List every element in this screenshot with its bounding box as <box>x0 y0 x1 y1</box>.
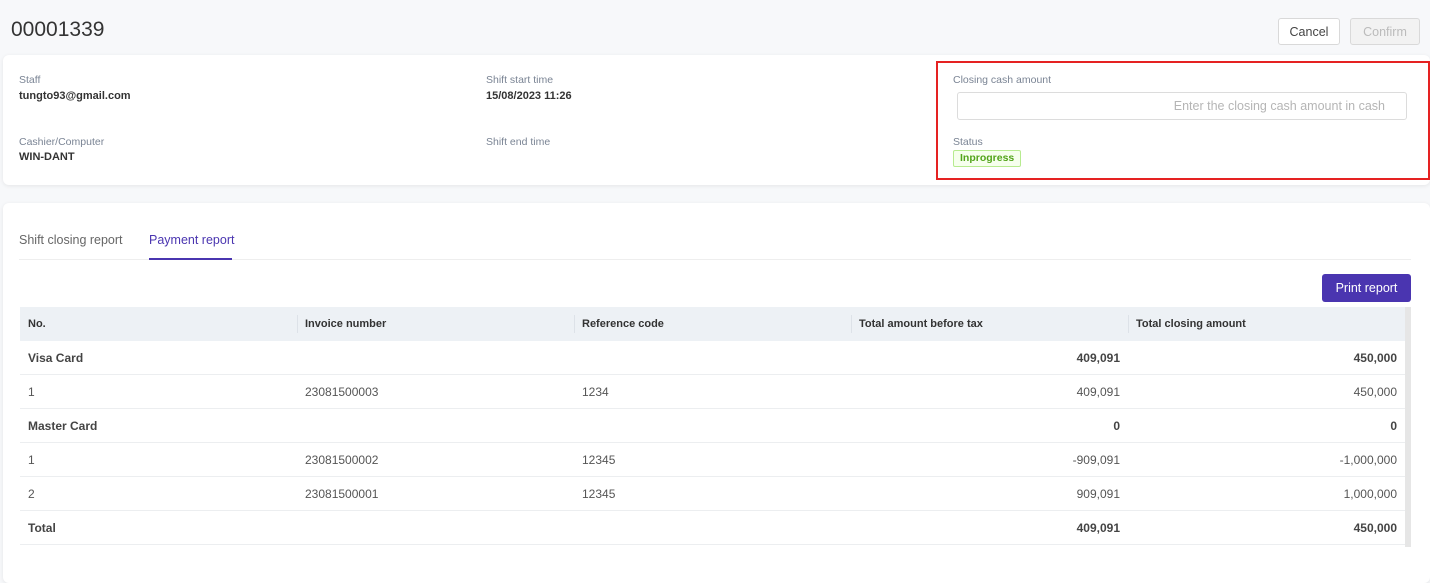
col-no: No. <box>28 318 46 330</box>
group-row: Master Card 0 0 <box>20 409 1405 443</box>
shift-start-label: Shift start time <box>486 74 554 86</box>
tab-shift-closing-report[interactable]: Shift closing report <box>19 233 123 247</box>
closing-cash-label: Closing cash amount <box>953 74 1052 86</box>
col-before-tax: Total amount before tax <box>851 315 1128 333</box>
cell-invoice: 23081500002 <box>305 452 379 467</box>
cell-reference: 12345 <box>582 486 616 501</box>
cell-no: 2 <box>28 486 35 501</box>
active-tab-indicator <box>149 258 232 260</box>
cell-no: Master Card <box>28 418 98 433</box>
cell-before-tax: 409,091 <box>1076 384 1120 399</box>
page-title: 00001339 <box>11 18 105 41</box>
cell-total-closing: 450,000 <box>1353 520 1397 535</box>
cell-no: Total <box>28 520 56 535</box>
total-row: Total 409,091 450,000 <box>20 511 1405 545</box>
cancel-button[interactable]: Cancel <box>1278 18 1340 45</box>
staff-label: Staff <box>19 74 41 86</box>
cell-total-closing: 450,000 <box>1353 350 1397 365</box>
cell-reference: 1234 <box>582 384 609 399</box>
cell-before-tax: 909,091 <box>1076 486 1120 501</box>
payment-table: No. Invoice number Reference code Total … <box>20 307 1405 545</box>
col-reference: Reference code <box>574 315 851 333</box>
staff-value: tungto93@gmail.com <box>19 90 131 102</box>
table-scrollbar[interactable] <box>1405 307 1411 547</box>
cell-before-tax: 409,091 <box>1076 520 1120 535</box>
cell-no: 1 <box>28 384 35 399</box>
col-invoice: Invoice number <box>297 315 574 333</box>
cashier-label: Cashier/Computer <box>19 136 105 148</box>
print-report-button[interactable]: Print report <box>1322 274 1411 302</box>
cell-total-closing: 1,000,000 <box>1343 486 1397 501</box>
status-label: Status <box>953 136 983 148</box>
cell-invoice: 23081500003 <box>305 384 379 399</box>
cell-no: Visa Card <box>28 350 84 365</box>
cell-invoice: 23081500001 <box>305 486 379 501</box>
cell-total-closing: -1,000,000 <box>1339 452 1397 467</box>
cell-before-tax: 0 <box>1113 418 1120 433</box>
confirm-button[interactable]: Confirm <box>1350 18 1420 45</box>
table-header: No. Invoice number Reference code Total … <box>20 307 1405 341</box>
cell-total-closing: 450,000 <box>1353 384 1397 399</box>
cell-before-tax: -909,091 <box>1072 452 1120 467</box>
table-row: 1 23081500002 12345 -909,091 -1,000,000 <box>20 443 1405 477</box>
cell-reference: 12345 <box>582 452 616 467</box>
closing-cash-input[interactable]: Enter the closing cash amount in cash <box>957 92 1407 120</box>
cell-no: 1 <box>28 452 35 467</box>
cashier-value: WIN-DANT <box>19 151 75 163</box>
table-row: 2 23081500001 12345 909,091 1,000,000 <box>20 477 1405 511</box>
cell-total-closing: 0 <box>1390 418 1397 433</box>
tab-payment-report[interactable]: Payment report <box>149 233 234 247</box>
cell-before-tax: 409,091 <box>1076 350 1120 365</box>
table-row: 1 23081500003 1234 409,091 450,000 <box>20 375 1405 409</box>
shift-end-label: Shift end time <box>486 136 551 148</box>
col-total-closing: Total closing amount <box>1128 315 1405 333</box>
shift-start-value: 15/08/2023 11:26 <box>486 90 572 102</box>
group-row: Visa Card 409,091 450,000 <box>20 341 1405 375</box>
status-badge: Inprogress <box>953 150 1022 167</box>
